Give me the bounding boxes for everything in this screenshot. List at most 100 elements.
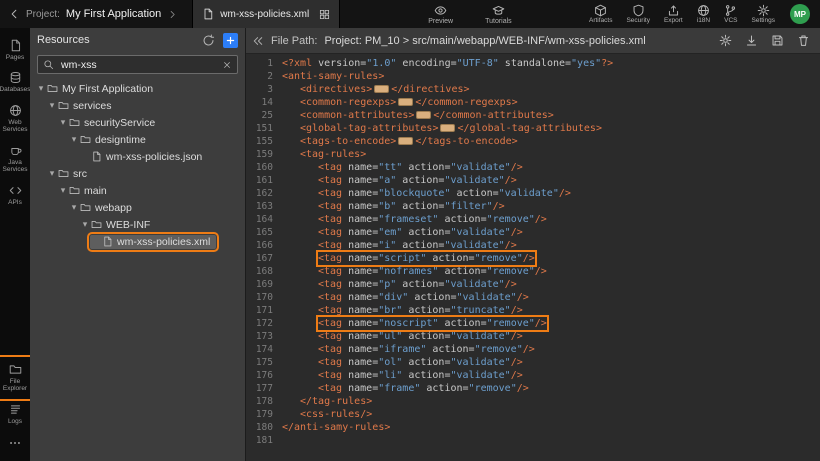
- code-line-content[interactable]: <tag name="noframes" action="remove"/>: [318, 265, 547, 278]
- topbar-action-export[interactable]: Export: [657, 4, 690, 25]
- code-line-content[interactable]: <tag name="p" action="validate"/>: [318, 278, 517, 291]
- rail-item-databases[interactable]: Databases: [1, 66, 29, 98]
- more-options-button[interactable]: [8, 430, 22, 457]
- chevron-down-icon[interactable]: ▾: [69, 202, 79, 213]
- tree-row[interactable]: ▾My First Application: [30, 80, 245, 97]
- search-input[interactable]: [59, 58, 217, 72]
- clear-search-icon[interactable]: [222, 60, 232, 70]
- code-line-content[interactable]: <common-regexps></common-regexps>: [300, 96, 518, 109]
- tree-item-services[interactable]: ▾services: [46, 99, 118, 113]
- grid-icon[interactable]: [319, 9, 330, 20]
- download-button[interactable]: [745, 34, 758, 47]
- topbar-action-vcs[interactable]: VCS: [717, 4, 744, 25]
- code-line-content[interactable]: <tags-to-encode></tags-to-encode>: [300, 135, 518, 148]
- tree-row[interactable]: wm-xss-policies.xml: [30, 233, 245, 250]
- collapse-panel-icon[interactable]: [252, 35, 264, 47]
- topbar-action-preview[interactable]: Preview: [426, 4, 455, 25]
- fold-placeholder[interactable]: [374, 85, 389, 93]
- code-line-content[interactable]: <tag name="br" action="truncate"/>: [318, 304, 523, 317]
- topbar-action-settings[interactable]: Settings: [745, 4, 783, 25]
- code-line-content[interactable]: <tag name="ol" action="validate"/>: [318, 356, 523, 369]
- chevron-down-icon[interactable]: ▾: [69, 134, 79, 145]
- gear-icon: [719, 34, 732, 47]
- code-line-content[interactable]: </tag-rules>: [300, 395, 372, 408]
- branch-icon: [724, 4, 737, 17]
- rail-item-file-explorer[interactable]: File Explorer: [1, 358, 29, 398]
- fold-placeholder[interactable]: [398, 98, 413, 106]
- code-line-content[interactable]: </anti-samy-rules>: [282, 421, 390, 434]
- fold-placeholder[interactable]: [416, 111, 431, 119]
- code-line-content[interactable]: <tag name="a" action="validate"/>: [318, 174, 517, 187]
- tree-row[interactable]: wm-xss-policies.json: [30, 148, 245, 165]
- tree-item-securityService[interactable]: ▾securityService: [57, 116, 161, 130]
- settings-button[interactable]: [719, 34, 732, 47]
- tree-item-webapp[interactable]: ▾webapp: [68, 201, 138, 215]
- topbar-action-artifacts[interactable]: Artifacts: [582, 4, 619, 25]
- tree-row[interactable]: ▾services: [30, 97, 245, 114]
- chevron-down-icon[interactable]: ▾: [36, 83, 46, 94]
- tree-item-My First Application[interactable]: ▾My First Application: [35, 82, 159, 96]
- tree-item-src[interactable]: ▾src: [46, 167, 93, 181]
- code-line-content[interactable]: <?xml version="1.0" encoding="UTF-8" sta…: [282, 57, 613, 70]
- fold-placeholder[interactable]: [440, 124, 455, 132]
- tree-row[interactable]: ▾WEB-INF: [30, 216, 245, 233]
- topbar-action-security[interactable]: Security: [619, 4, 656, 25]
- delete-button[interactable]: [797, 34, 810, 47]
- chevron-down-icon[interactable]: ▾: [58, 185, 68, 196]
- code-line-content[interactable]: <tag name="div" action="validate"/>: [318, 291, 529, 304]
- open-file-tab[interactable]: wm-xss-policies.xml: [192, 0, 340, 28]
- rail-item-pages[interactable]: Pages: [1, 34, 29, 66]
- rail-item-apis[interactable]: APIs: [1, 179, 29, 211]
- refresh-icon[interactable]: [202, 34, 215, 47]
- code-line-content[interactable]: <tag name="li" action="validate"/>: [318, 369, 523, 382]
- file-icon: [91, 151, 102, 162]
- code-line-content[interactable]: <tag name="em" action="validate"/>: [318, 226, 523, 239]
- add-resource-button[interactable]: [223, 33, 238, 48]
- tree-item-designtime[interactable]: ▾designtime: [68, 133, 152, 147]
- code-line-content[interactable]: <tag name="iframe" action="remove"/>: [318, 343, 535, 356]
- tree-item-WEB-INF[interactable]: ▾WEB-INF: [79, 218, 156, 232]
- chevron-down-icon[interactable]: ▾: [47, 100, 57, 111]
- code-line-content[interactable]: <anti-samy-rules>: [282, 70, 384, 83]
- code-line-content[interactable]: <directives></directives>: [300, 83, 470, 96]
- chevron-down-icon[interactable]: ▾: [58, 117, 68, 128]
- save-button[interactable]: [771, 34, 784, 47]
- tree-row[interactable]: ▾designtime: [30, 131, 245, 148]
- tree-row[interactable]: ▾src: [30, 165, 245, 182]
- code-line-content[interactable]: <tag name="script" action="remove"/>: [318, 252, 535, 265]
- topbar-action-tutorials[interactable]: Tutorials: [483, 4, 514, 25]
- fold-placeholder[interactable]: [398, 137, 413, 145]
- rail-item-logs[interactable]: Logs: [1, 398, 29, 430]
- code-line-content[interactable]: <tag name="frame" action="remove"/>: [318, 382, 529, 395]
- code-line-content[interactable]: <global-tag-attributes></global-tag-attr…: [300, 122, 602, 135]
- rail-item-web-services[interactable]: Web Services: [1, 99, 29, 139]
- chevron-right-icon[interactable]: [167, 9, 178, 20]
- globe-icon: [9, 104, 22, 117]
- code-line-content[interactable]: <tag name="noscript" action="remove"/>: [318, 317, 547, 330]
- code-line-content[interactable]: <tag name="tt" action="validate"/>: [318, 161, 523, 174]
- back-arrow-icon[interactable]: [8, 8, 20, 20]
- code-line-content[interactable]: <tag name="blockquote" action="validate"…: [318, 187, 571, 200]
- tree-item-main[interactable]: ▾main: [57, 184, 113, 198]
- code-area[interactable]: 1<?xml version="1.0" encoding="UTF-8" st…: [246, 54, 820, 461]
- code-line-content[interactable]: <tag name="b" action="filter"/>: [318, 200, 505, 213]
- tree-row[interactable]: ▾webapp: [30, 199, 245, 216]
- chevron-down-icon[interactable]: ▾: [80, 219, 90, 230]
- topbar-action-label: VCS: [724, 18, 737, 25]
- topbar-action-i18n[interactable]: i18N: [690, 4, 717, 25]
- tree-row[interactable]: ▾main: [30, 182, 245, 199]
- search-box: [37, 55, 238, 74]
- code-line-content[interactable]: <tag-rules>: [300, 148, 366, 161]
- code-line-content[interactable]: <css-rules/>: [300, 408, 372, 421]
- tree-item-wm-xss-policies.json[interactable]: wm-xss-policies.json: [79, 150, 208, 164]
- code-line-content[interactable]: <common-attributes></common-attributes>: [300, 109, 554, 122]
- tree-item-wm-xss-policies.xml[interactable]: wm-xss-policies.xml: [90, 235, 216, 249]
- export-icon: [667, 4, 680, 17]
- avatar[interactable]: MP: [790, 4, 810, 24]
- code-line-content[interactable]: <tag name="ul" action="validate"/>: [318, 330, 523, 343]
- code-line-content[interactable]: <tag name="i" action="validate"/>: [318, 239, 517, 252]
- rail-item-java-services[interactable]: Java Services: [1, 139, 29, 179]
- code-line-content[interactable]: <tag name="frameset" action="remove"/>: [318, 213, 547, 226]
- chevron-down-icon[interactable]: ▾: [47, 168, 57, 179]
- tree-row[interactable]: ▾securityService: [30, 114, 245, 131]
